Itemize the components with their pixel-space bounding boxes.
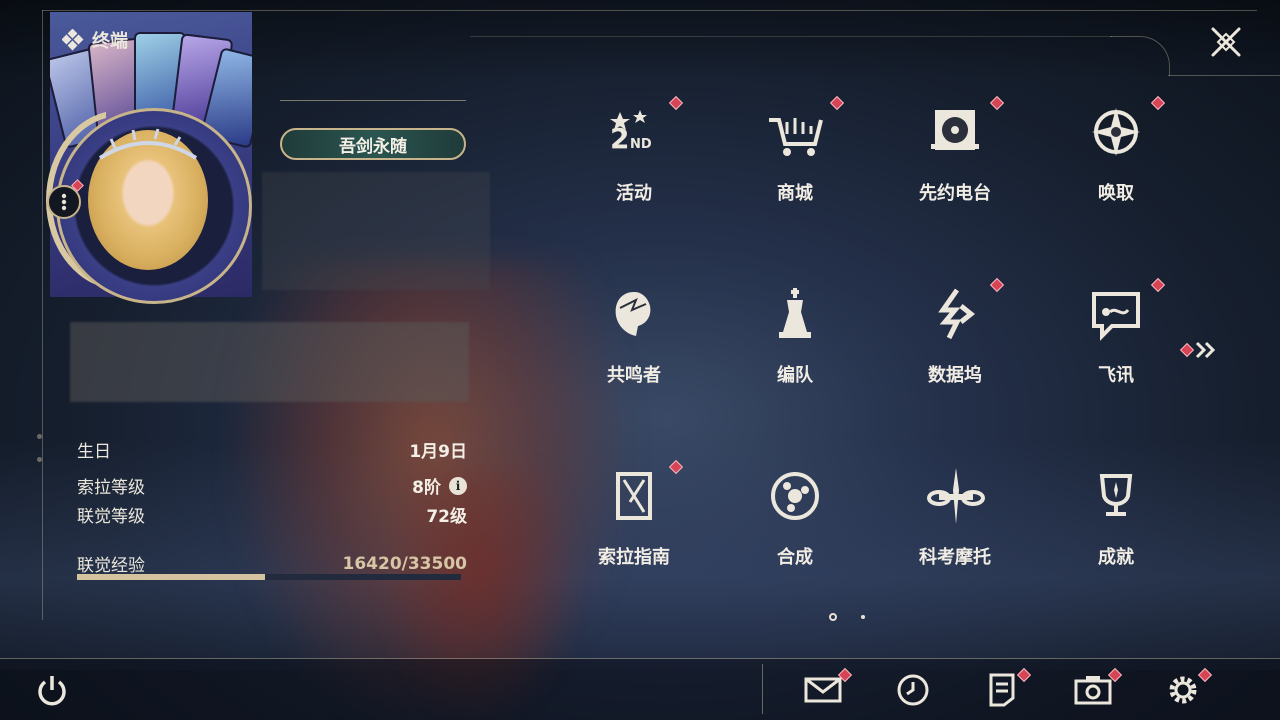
union-level-value: 72级 <box>426 507 467 527</box>
tile-label: 商城 <box>777 183 813 204</box>
page-indicator[interactable] <box>861 615 865 619</box>
settings-gear-icon <box>1169 676 1197 704</box>
page-title-text: 终端 <box>92 31 128 52</box>
sola-level-label: 索拉等级 <box>77 478 145 498</box>
tile-message[interactable]: 飞讯 <box>1066 279 1166 419</box>
shop-cart-icon <box>765 102 825 162</box>
tile-label: 科考摩托 <box>919 547 991 568</box>
tile-label: 合成 <box>777 547 813 568</box>
history-button[interactable] <box>891 670 935 710</box>
name-divider <box>280 100 466 101</box>
frame-dot <box>37 434 42 439</box>
tile-label: 共鸣者 <box>607 365 661 386</box>
tile-label: 飞讯 <box>1098 365 1134 386</box>
close-icon <box>1211 27 1241 57</box>
birthday-label: 生日 <box>77 442 111 462</box>
tile-team[interactable]: 编队 <box>745 279 845 419</box>
frame-line-top <box>42 10 1257 11</box>
redacted-name <box>262 172 490 290</box>
name-badge-text: 吾剑永随 <box>339 136 407 157</box>
bottom-separator <box>762 664 763 714</box>
tile-event[interactable]: 2 ND 活动 <box>584 97 684 237</box>
tile-resonator[interactable]: 共鸣者 <box>584 279 684 419</box>
trophy-icon <box>1086 466 1146 526</box>
exp-value: 16420/33500 <box>342 553 468 574</box>
page-indicator-active[interactable] <box>829 613 837 621</box>
tile-shop[interactable]: 商城 <box>745 97 845 237</box>
event-2nd-icon: 2 ND <box>604 102 664 162</box>
mail-icon <box>804 677 842 703</box>
tile-label: 唤取 <box>1098 183 1134 204</box>
frame-dot <box>37 457 42 462</box>
tile-label: 活动 <box>616 183 652 204</box>
summon-compass-icon <box>1086 102 1146 162</box>
tile-label: 先约电台 <box>919 183 991 204</box>
tile-sola-guide[interactable]: 索拉指南 <box>584 461 684 601</box>
motorbike-icon <box>925 466 985 526</box>
clock-icon <box>897 674 929 706</box>
notification-dot <box>1179 342 1195 358</box>
thorn-crown-icon <box>98 128 198 160</box>
union-level-row: 联觉等级 72级 <box>77 502 467 527</box>
birthday-value: 1月9日 <box>409 442 467 462</box>
tile-label: 数据坞 <box>928 365 982 386</box>
tile-label: 成就 <box>1098 547 1134 568</box>
sola-level-value: 8阶 <box>412 478 441 498</box>
tile-achievement[interactable]: 成就 <box>1066 461 1166 601</box>
close-button[interactable] <box>1206 22 1246 62</box>
redacted-signature[interactable] <box>70 322 469 402</box>
tile-summon[interactable]: 唤取 <box>1066 97 1166 237</box>
exp-row: 联觉经验 16420/33500 <box>77 551 468 577</box>
message-chat-icon <box>1086 284 1146 344</box>
next-page-button[interactable] <box>1179 340 1216 360</box>
tile-data-dock[interactable]: 数据坞 <box>905 279 1005 419</box>
tile-label: 索拉指南 <box>598 547 670 568</box>
more-vertical-icon <box>61 193 67 211</box>
synthesis-icon <box>765 466 825 526</box>
tile-motorbike[interactable]: 科考摩托 <box>905 461 1005 601</box>
union-level-label: 联觉等级 <box>77 507 145 527</box>
info-icon[interactable]: i <box>449 476 467 495</box>
power-button[interactable] <box>30 670 74 710</box>
sola-level-value-group: 8阶 i <box>412 473 467 498</box>
name-badge[interactable]: 吾剑永随 <box>280 128 466 160</box>
tile-synthesis[interactable]: 合成 <box>745 461 845 601</box>
exp-label: 联觉经验 <box>77 556 145 576</box>
exp-progress-fill <box>77 574 266 580</box>
tile-label: 编队 <box>777 365 813 386</box>
terminal-diamond-icon <box>62 29 84 51</box>
chess-team-icon <box>765 284 825 344</box>
page-title: 终端 <box>62 27 128 53</box>
svg-text:ND: ND <box>630 137 652 152</box>
frame-line-left <box>42 10 43 620</box>
resonator-head-icon <box>604 284 664 344</box>
exp-progress-bar <box>77 574 461 580</box>
sola-level-row: 索拉等级 8阶 i <box>77 473 467 498</box>
frame-line-right <box>1168 75 1280 76</box>
notes-icon <box>989 673 1015 707</box>
double-chevron-right-icon <box>1195 341 1216 359</box>
frame-line-inner <box>470 36 1112 37</box>
camera-icon <box>1074 676 1112 705</box>
bottom-divider <box>0 658 1280 659</box>
radio-icon <box>925 102 985 162</box>
guide-book-icon <box>604 466 664 526</box>
data-dock-icon <box>925 284 985 344</box>
birthday-row: 生日 1月9日 <box>77 437 467 462</box>
power-icon <box>38 676 66 706</box>
tile-radio[interactable]: 先约电台 <box>905 97 1005 237</box>
svg-text:2: 2 <box>610 122 629 155</box>
